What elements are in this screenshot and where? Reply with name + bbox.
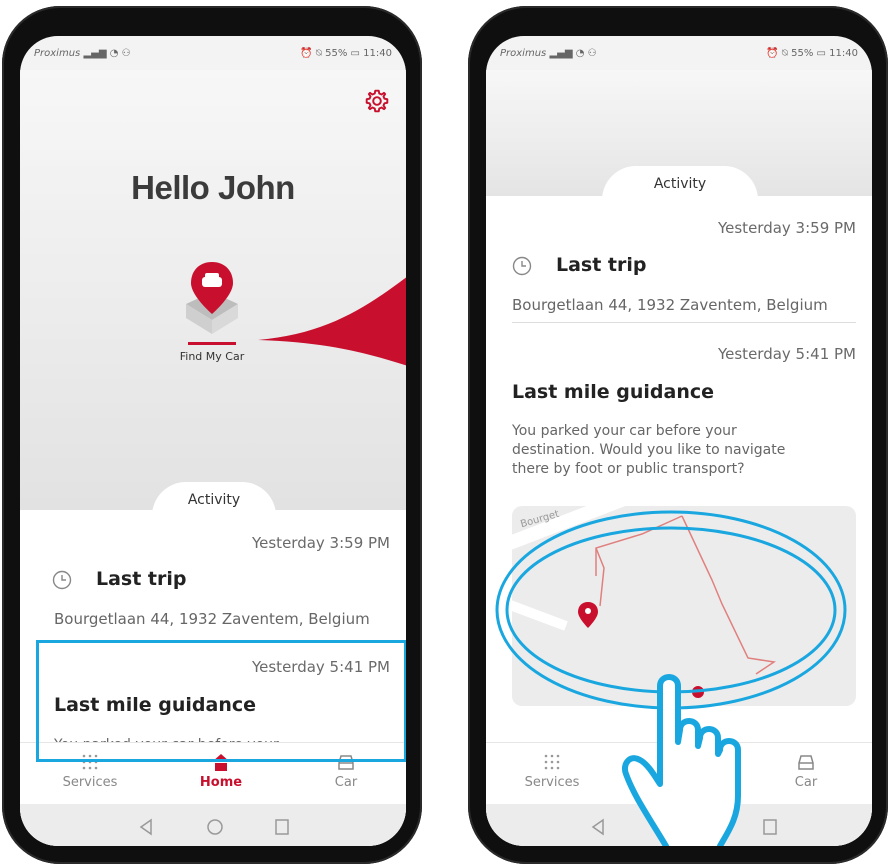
nav-car-label: Car [794, 775, 818, 790]
trip-timestamp: Yesterday 3:59 PM [251, 534, 390, 552]
guidance-highlight-box [36, 640, 406, 762]
last-trip-title[interactable]: Last trip [96, 568, 187, 590]
carrier-name: Proximus [34, 47, 81, 59]
map-pin-icon [186, 262, 238, 345]
car-icon [798, 755, 814, 770]
nav-services-label: Services [524, 775, 580, 790]
alarm-icon: ⏰ ⍉ [300, 47, 326, 59]
greeting-title: Hello John [131, 169, 295, 206]
tap-hand-icon [622, 674, 741, 846]
back-icon[interactable] [138, 818, 154, 836]
trip-address: Bourgetlaan 44, 1932 Zaventem, Belgium [54, 610, 370, 628]
battery-percent: 55% [325, 47, 348, 59]
right-screen: Proximus ▂▄▆ ◔ ⚇ ⏰ ⍉ 55% ▭ 11:40 Activit… [486, 36, 872, 846]
gear-icon[interactable] [364, 88, 390, 114]
nav-car-label: Car [334, 775, 358, 790]
status-time: 11:40 [363, 47, 392, 59]
nav-services-label: Services [62, 775, 118, 790]
nav-car[interactable]: Car [766, 751, 846, 790]
home-circle-icon[interactable] [206, 818, 224, 836]
find-my-car-label: Find My Car [179, 350, 245, 363]
recents-icon[interactable] [274, 818, 290, 836]
find-my-car-button[interactable]: Find My Car [172, 258, 252, 368]
right-phone: Proximus ▂▄▆ ◔ ⚇ ⏰ ⍉ 55% ▭ 11:40 Activit… [468, 6, 888, 864]
back-icon[interactable] [590, 818, 606, 836]
signal-icon: ▂▄▆ ◔ ⚇ [83, 47, 131, 59]
left-screen: Proximus ▂▄▆ ◔ ⚇ ⏰ ⍉ 55% ▭ 11:40 Hello J… [20, 36, 406, 846]
status-bar: Proximus ▂▄▆ ◔ ⚇ ⏰ ⍉ 55% ▭ 11:40 [20, 36, 406, 70]
clock-icon [52, 570, 72, 590]
system-nav-bar [20, 804, 406, 846]
nav-services[interactable]: Services [512, 751, 592, 790]
battery-icon: ▭ [350, 47, 360, 59]
services-grid-icon [544, 754, 560, 770]
nav-home-label: Home [199, 775, 243, 790]
activity-tab-label: Activity [187, 492, 241, 508]
red-swoosh-decoration [258, 277, 406, 366]
left-phone: Proximus ▂▄▆ ◔ ⚇ ⏰ ⍉ 55% ▭ 11:40 Hello J… [2, 6, 422, 864]
tab-activity[interactable]: Activity [152, 482, 276, 516]
